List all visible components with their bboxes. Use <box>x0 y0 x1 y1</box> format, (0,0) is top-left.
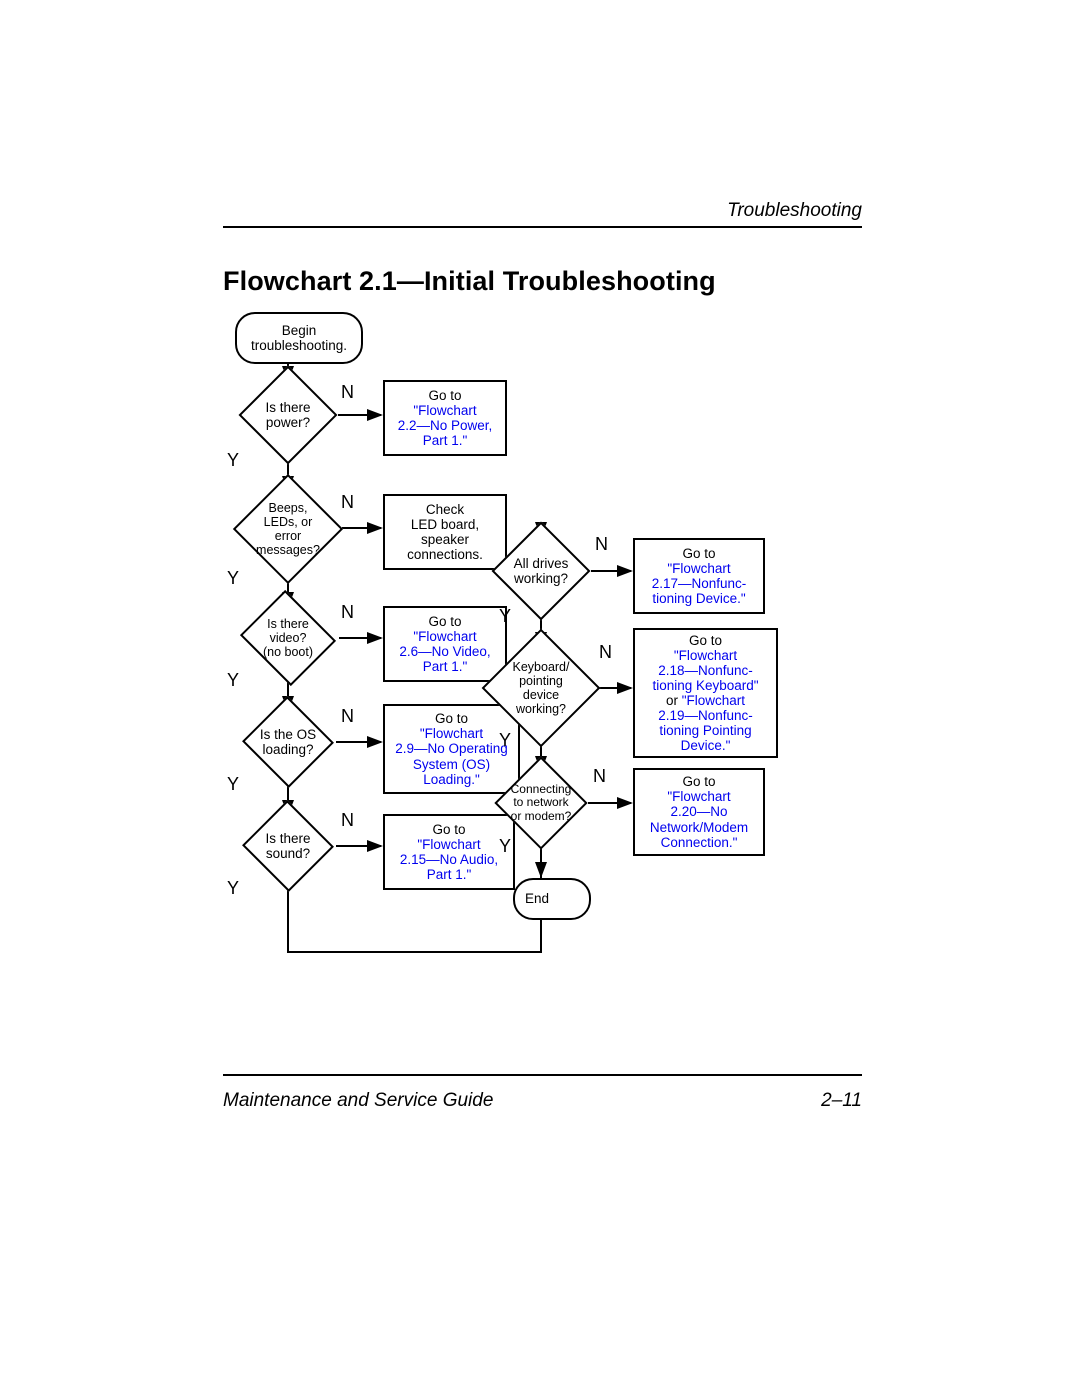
ref-flowchart-2-18-2-19[interactable]: Go to "Flowchart2.18—Nonfunc-tioning Key… <box>633 628 778 758</box>
decision-power: Is therepower? <box>253 380 323 450</box>
edge-label-y: Y <box>227 450 239 471</box>
goto-label: Go to <box>435 711 468 726</box>
decision-drives: All drivesworking? <box>506 536 576 606</box>
decision-os: Is the OSloading? <box>255 710 321 774</box>
goto-label: Go to <box>682 774 715 789</box>
link-text[interactable]: "Flowchart2.2—No Power,Part 1." <box>398 403 493 448</box>
edge-label-y: Y <box>499 606 511 627</box>
terminator-begin: Begintroubleshooting. <box>235 312 363 364</box>
goto-label: Go to <box>428 388 461 403</box>
edge-label-y: Y <box>227 670 239 691</box>
edge-label-n: N <box>595 534 608 555</box>
goto-label: Go to <box>682 546 715 561</box>
ref-flowchart-2-17[interactable]: Go to "Flowchart2.17—Nonfunc-tioning Dev… <box>633 538 765 614</box>
header-rule <box>223 226 862 228</box>
terminator-end: End <box>513 878 591 920</box>
decision-beeps-label: Beeps,LEDs, or errormessages? <box>249 490 327 568</box>
edge-label-y: Y <box>227 774 239 795</box>
decision-os-label: Is the OSloading? <box>255 710 321 774</box>
edge-label-n: N <box>599 642 612 663</box>
edge-label-n: N <box>341 382 354 403</box>
link-text[interactable]: "Flowchart2.9—No OperatingSystem (OS)Loa… <box>395 726 508 786</box>
process-check-led: CheckLED board,speakerconnections. <box>383 494 507 570</box>
decision-keyboard-label: Keyboard/pointingdeviceworking? <box>499 646 583 730</box>
or-label: or <box>666 693 678 708</box>
decision-beeps: Beeps,LEDs, or errormessages? <box>249 490 327 568</box>
decision-keyboard: Keyboard/pointingdeviceworking? <box>499 646 583 730</box>
edge-label-y: Y <box>499 836 511 857</box>
edge-label-n: N <box>341 492 354 513</box>
footer-rule <box>223 1074 862 1076</box>
edge-label-y: Y <box>227 878 239 899</box>
edge-label-n: N <box>341 602 354 623</box>
link-text[interactable]: "Flowchart2.17—Nonfunc-tioning Device." <box>652 561 747 606</box>
goto-label: Go to <box>432 822 465 837</box>
edge-label-y: Y <box>499 730 511 751</box>
link-text[interactable]: "Flowchart2.15—No Audio,Part 1." <box>400 837 498 882</box>
decision-network-label: Connectingto networkor modem? <box>508 770 574 836</box>
decision-network: Connectingto networkor modem? <box>508 770 574 836</box>
edge-label-n: N <box>341 810 354 831</box>
page-number: 2–11 <box>821 1090 862 1112</box>
link-text[interactable]: "Flowchart2.6—No Video,Part 1." <box>399 629 490 674</box>
ref-flowchart-2-6[interactable]: Go to "Flowchart2.6—No Video,Part 1." <box>383 606 507 682</box>
decision-drives-label: All drivesworking? <box>506 536 576 606</box>
goto-label: Go to <box>689 633 722 648</box>
decision-video-label: Is there video?(no boot) <box>252 606 324 670</box>
goto-label: Go to <box>428 614 461 629</box>
decision-sound-label: Is theresound? <box>255 814 321 878</box>
ref-flowchart-2-20[interactable]: Go to "Flowchart2.20—NoNetwork/ModemConn… <box>633 768 765 856</box>
flowchart-diagram: Begintroubleshooting. Is therepower? N Y… <box>223 310 863 970</box>
footer-guide-title: Maintenance and Service Guide <box>223 1090 493 1112</box>
link-text[interactable]: "Flowchart2.20—NoNetwork/ModemConnection… <box>650 789 748 849</box>
edge-label-n: N <box>593 766 606 787</box>
decision-video: Is there video?(no boot) <box>252 606 324 670</box>
page-title: Flowchart 2.1—Initial Troubleshooting <box>223 266 716 297</box>
edge-label-n: N <box>341 706 354 727</box>
chapter-header: Troubleshooting <box>727 200 862 222</box>
link-text[interactable]: "Flowchart2.18—Nonfunc-tioning Keyboard" <box>652 648 758 693</box>
decision-sound: Is theresound? <box>255 814 321 878</box>
ref-flowchart-2-2[interactable]: Go to "Flowchart2.2—No Power,Part 1." <box>383 380 507 456</box>
decision-power-label: Is therepower? <box>253 380 323 450</box>
ref-flowchart-2-15[interactable]: Go to "Flowchart2.15—No Audio,Part 1." <box>383 814 515 890</box>
edge-label-y: Y <box>227 568 239 589</box>
process-text: CheckLED board,speakerconnections. <box>407 502 483 562</box>
